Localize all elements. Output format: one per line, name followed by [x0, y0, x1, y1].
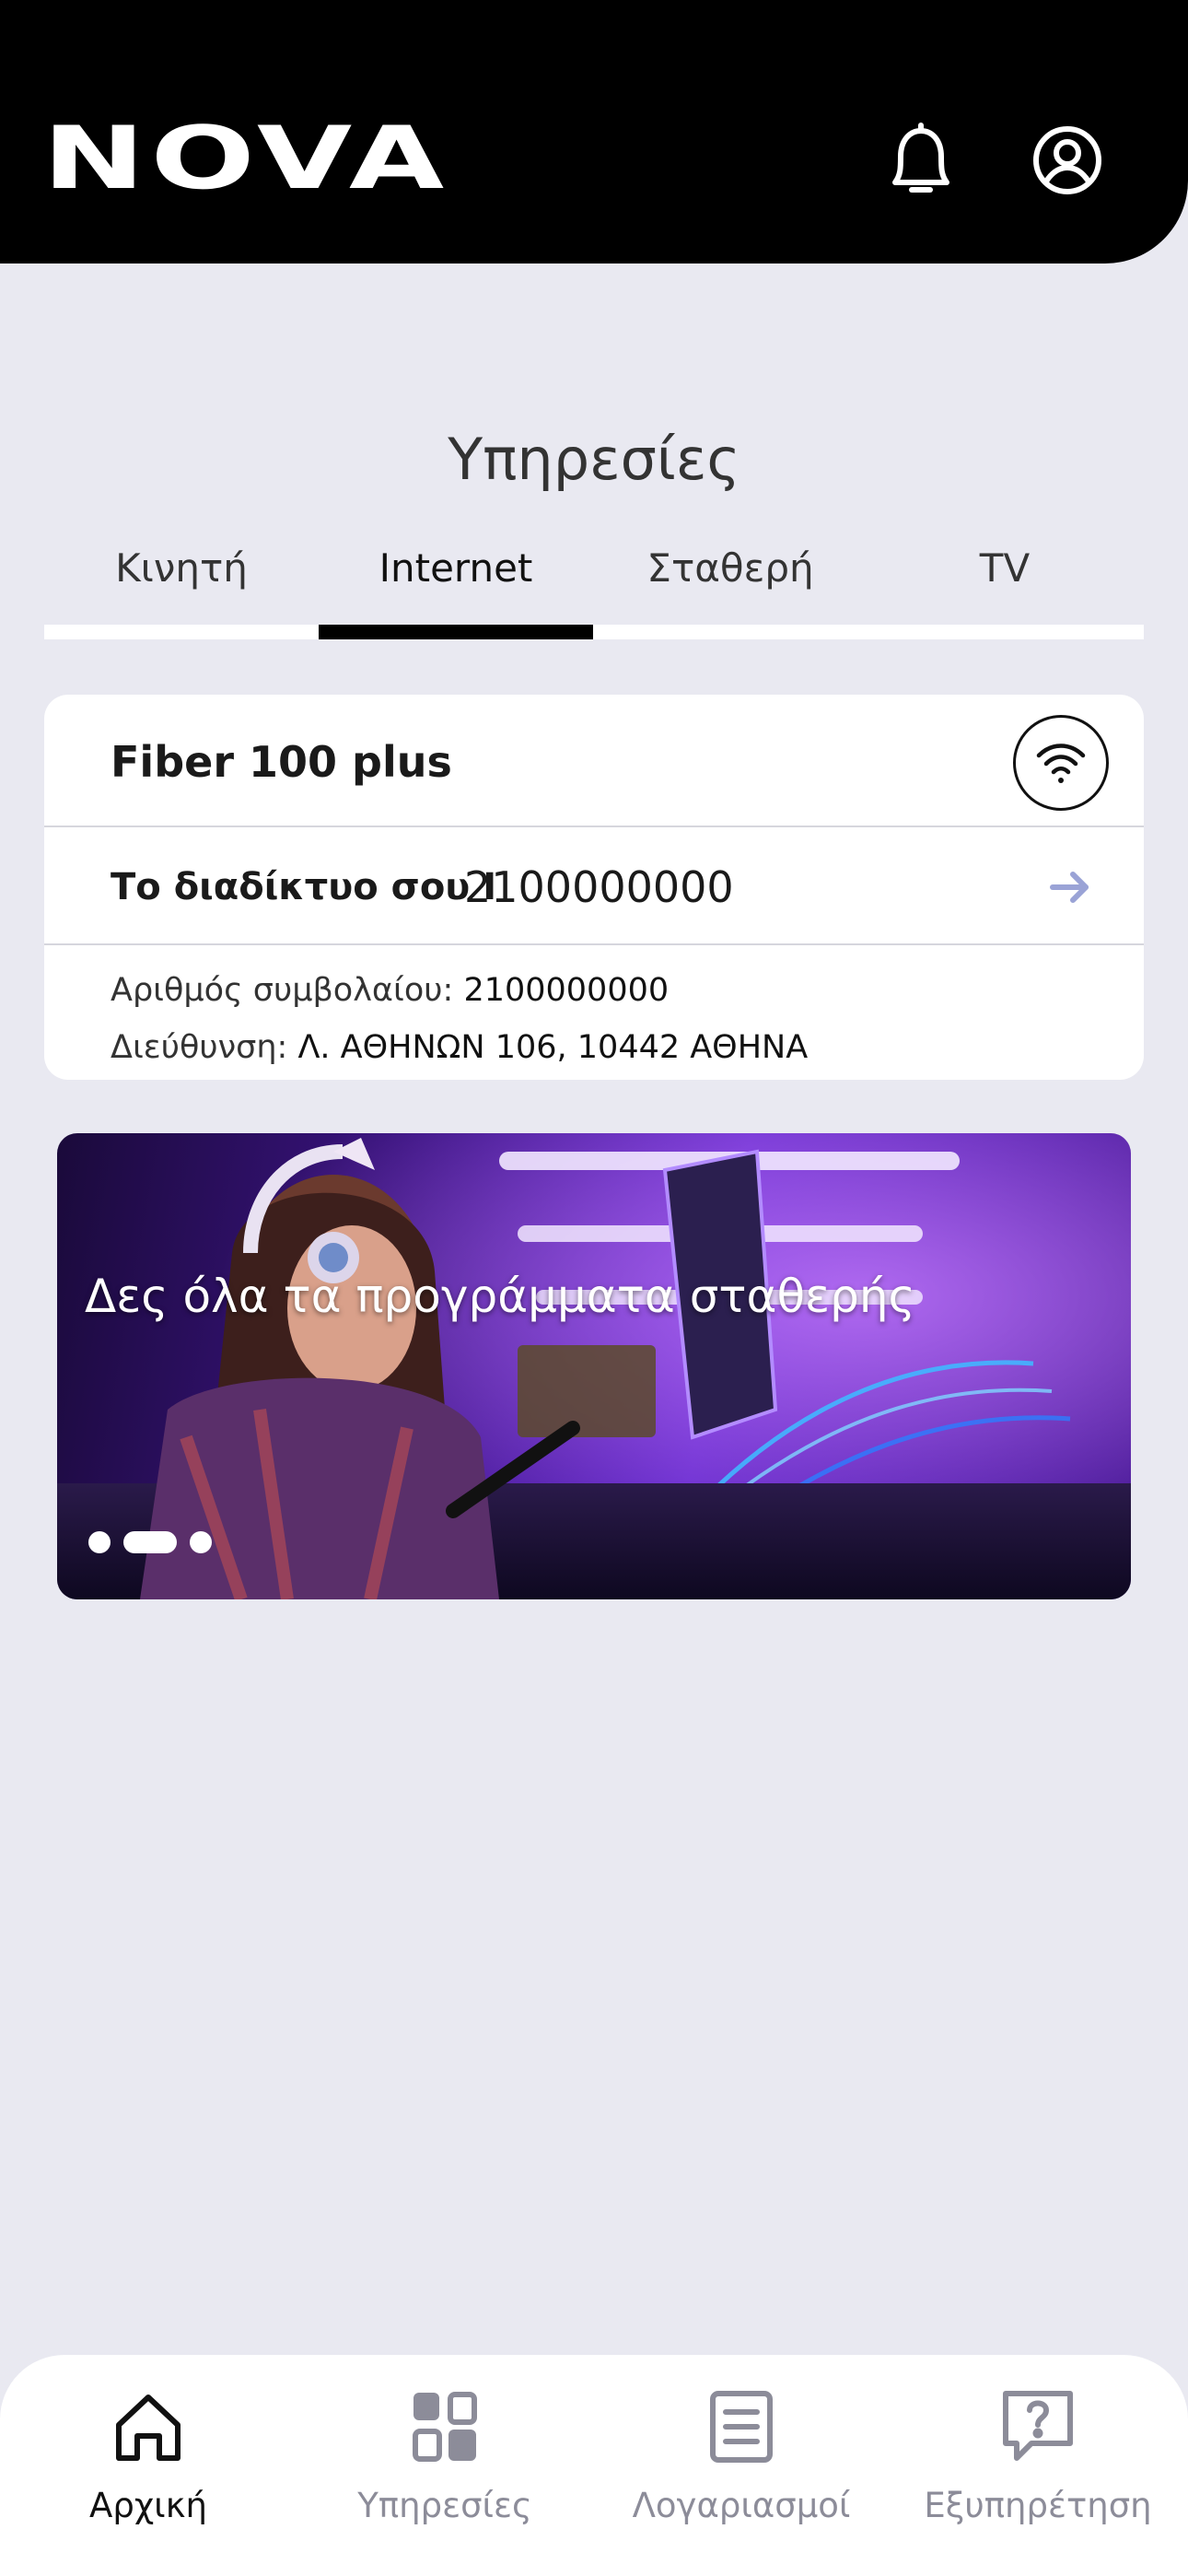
wifi-icon — [1013, 715, 1109, 811]
nova-logo[interactable]: NOVA — [42, 116, 449, 203]
banner-title: Δες όλα τα προγράμματα σταθερής — [85, 1270, 915, 1323]
address-value: Λ. ΑΘΗΝΩΝ 106, 10442 ΑΘΗΝΑ — [297, 1029, 809, 1066]
bell-icon[interactable] — [882, 122, 960, 199]
service-card[interactable]: Fiber 100 plus Το διαδίκτυο σου I 210000… — [44, 695, 1144, 1080]
arrow-right-icon[interactable] — [1042, 864, 1098, 910]
nav-bills[interactable]: Λογαριασμοί — [593, 2388, 890, 2554]
carousel-dots — [88, 1531, 212, 1553]
nav-services[interactable]: Υπηρεσίες — [297, 2388, 593, 2554]
contract-number-line: Αριθμός συμβολαίου: 2100000000 — [111, 962, 808, 1019]
plan-row: Fiber 100 plus — [44, 695, 1144, 827]
carousel-dot[interactable] — [88, 1531, 111, 1553]
bill-icon — [703, 2388, 780, 2465]
address-line: Διεύθυνση: Λ. ΑΘΗΝΩΝ 106, 10442 ΑΘΗΝΑ — [111, 1019, 808, 1076]
page: NOVA Υπηρεσίες Κινητή Internet Σταθερή T… — [0, 0, 1188, 2576]
contract-details: Αριθμός συμβολαίου: 2100000000 Διεύθυνση… — [111, 962, 808, 1076]
active-tab-indicator — [319, 625, 593, 639]
grid-icon — [406, 2388, 483, 2465]
internet-line-row[interactable]: Το διαδίκτυο σου I 2100000000 — [44, 827, 1144, 945]
tabs-track — [44, 625, 1144, 639]
plan-name: Fiber 100 plus — [111, 737, 452, 787]
nav-services-label: Υπηρεσίες — [357, 2486, 532, 2525]
page-title: Υπηρεσίες — [448, 426, 740, 493]
user-icon[interactable] — [1029, 122, 1106, 199]
address-label: Διεύθυνση: — [111, 1029, 288, 1066]
contract-value: 2100000000 — [463, 972, 670, 1009]
nav-bills-label: Λογαριασμοί — [632, 2486, 851, 2525]
carousel-dot[interactable] — [190, 1531, 212, 1553]
carousel-dot-active[interactable] — [123, 1531, 177, 1553]
internet-number: 2100000000 — [464, 862, 734, 912]
home-icon — [110, 2388, 187, 2465]
internet-label: Το διαδίκτυο σου I — [111, 866, 497, 908]
app-header: NOVA — [0, 0, 1188, 263]
nav-home[interactable]: Αρχική — [0, 2388, 297, 2554]
nav-support[interactable]: Εξυπηρέτηση — [890, 2388, 1186, 2554]
nav-support-label: Εξυπηρέτηση — [924, 2486, 1152, 2525]
banner-image — [57, 1133, 1131, 1599]
help-chat-icon — [999, 2388, 1077, 2465]
promo-banner[interactable]: Δες όλα τα προγράμματα σταθερής — [57, 1133, 1131, 1599]
contract-label: Αριθμός συμβολαίου: — [111, 972, 454, 1009]
nav-home-label: Αρχική — [89, 2486, 207, 2525]
bottom-nav: Αρχική Υπηρεσίες Λογαριασμοί Εξυπηρέτηση — [0, 2355, 1188, 2576]
